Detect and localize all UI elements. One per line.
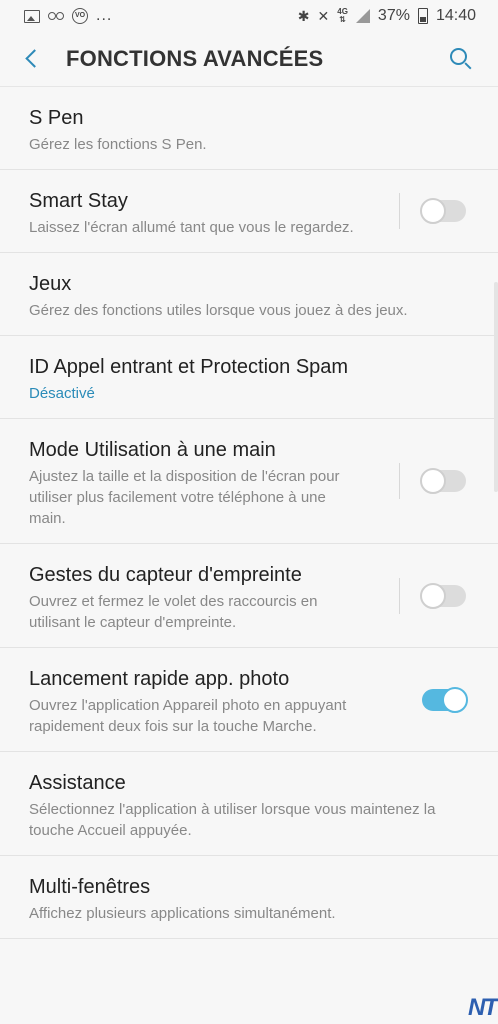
battery-icon xyxy=(417,8,428,24)
setting-s-pen[interactable]: S Pen Gérez les fonctions S Pen. xyxy=(0,87,498,170)
setting-title: Assistance xyxy=(29,772,126,794)
divider xyxy=(399,193,400,229)
divider xyxy=(399,463,400,499)
volte-icon: VO xyxy=(72,8,88,24)
settings-list: S Pen Gérez les fonctions S Pen. Smart S… xyxy=(0,87,498,939)
setting-title: Lancement rapide app. photo xyxy=(29,668,290,690)
setting-fingerprint-gestures[interactable]: Gestes du capteur d'empreinte Ouvrez et … xyxy=(0,544,498,648)
fingerprint-gestures-toggle[interactable] xyxy=(420,582,466,609)
signal-icon xyxy=(355,9,370,23)
setting-assistance[interactable]: Assistance Sélectionnez l'application à … xyxy=(0,752,498,856)
setting-title: ID Appel entrant et Protection Spam xyxy=(29,356,349,378)
smart-stay-toggle[interactable] xyxy=(420,198,466,224)
setting-title: Smart Stay xyxy=(29,190,128,212)
setting-subtitle: Gérez des fonctions utiles lorsque vous … xyxy=(29,302,408,319)
setting-subtitle: Gérez les fonctions S Pen. xyxy=(29,136,207,153)
one-hand-mode-toggle[interactable] xyxy=(420,468,466,494)
setting-subtitle: Ouvrez l'application Appareil photo en a… xyxy=(29,697,347,735)
clock: 14:40 xyxy=(435,7,476,24)
watermark-logo: NT xyxy=(468,994,498,1021)
back-arrow-icon[interactable] xyxy=(22,47,46,71)
setting-quick-camera[interactable]: Lancement rapide app. photo Ouvrez l'app… xyxy=(0,648,498,752)
divider xyxy=(399,577,400,614)
setting-subtitle: Laissez l'écran allumé tant que vous le … xyxy=(29,219,354,236)
bluetooth-icon: ✱ xyxy=(297,7,310,24)
setting-subtitle: Affichez plusieurs applications simultan… xyxy=(29,905,336,922)
setting-multi-window[interactable]: Multi-fenêtres Affichez plusieurs applic… xyxy=(0,856,498,939)
setting-title: Jeux xyxy=(29,273,72,295)
toggle-knob xyxy=(420,198,446,224)
setting-one-hand-mode[interactable]: Mode Utilisation à une main Ajustez la t… xyxy=(0,419,498,544)
search-icon[interactable] xyxy=(450,48,472,70)
toggle-knob xyxy=(442,686,468,713)
setting-subtitle: Sélectionnez l'application à utiliser lo… xyxy=(29,801,436,839)
setting-status: Désactivé xyxy=(29,385,95,402)
voicemail-icon xyxy=(48,12,64,20)
mute-icon: ✕ xyxy=(317,7,330,24)
setting-title: Multi-fenêtres xyxy=(29,876,151,898)
setting-subtitle: Ajustez la taille et la disposition de l… xyxy=(29,468,340,527)
more-notifications-icon: ... xyxy=(96,7,113,24)
quick-camera-toggle[interactable] xyxy=(422,686,468,713)
app-bar: FONCTIONS AVANCÉES xyxy=(0,32,498,87)
page-title: FONCTIONS AVANCÉES xyxy=(66,46,324,71)
setting-title: Gestes du capteur d'empreinte xyxy=(29,564,302,586)
network-type: 4G ⇅ xyxy=(337,7,348,24)
setting-title: Mode Utilisation à une main xyxy=(29,439,276,461)
status-right: ✱ ✕ 4G ⇅ 37% 14:40 xyxy=(298,7,476,25)
toggle-knob xyxy=(420,582,446,609)
setting-title: S Pen xyxy=(29,107,84,129)
setting-jeux[interactable]: Jeux Gérez des fonctions utiles lorsque … xyxy=(0,253,498,336)
status-left: VO ... xyxy=(24,7,112,25)
setting-caller-id[interactable]: ID Appel entrant et Protection Spam Désa… xyxy=(0,336,498,419)
image-icon xyxy=(24,9,40,23)
toggle-knob xyxy=(420,468,446,494)
setting-smart-stay[interactable]: Smart Stay Laissez l'écran allumé tant q… xyxy=(0,170,498,253)
setting-subtitle: Ouvrez et fermez le volet des raccourcis… xyxy=(29,593,318,631)
status-bar: VO ... ✱ ✕ 4G ⇅ 37% 14:40 xyxy=(0,0,498,32)
scrollbar[interactable] xyxy=(494,282,498,492)
battery-percent: 37% xyxy=(377,7,410,24)
